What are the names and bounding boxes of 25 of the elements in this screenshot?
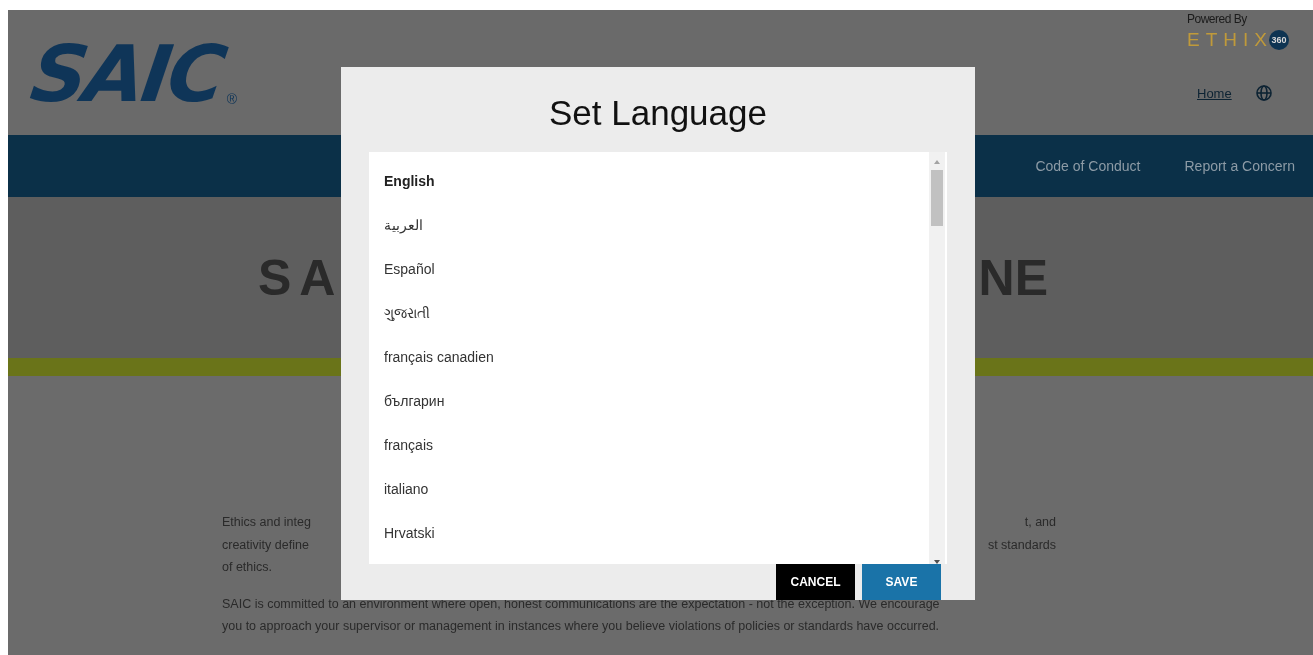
cancel-button[interactable]: CANCEL bbox=[776, 564, 855, 600]
language-option[interactable]: ગુજરાતી bbox=[384, 293, 929, 338]
body-text: of ethics. bbox=[222, 559, 273, 576]
language-option[interactable]: العربية bbox=[384, 205, 929, 250]
registered-mark: ® bbox=[226, 91, 238, 107]
powered-by-label: Powered By bbox=[1187, 12, 1247, 26]
language-option[interactable]: Español bbox=[384, 249, 929, 294]
body-text: you to approach your supervisor or management in instances where you believe violations of policies or standards have occurred. bbox=[222, 618, 941, 635]
nav-link[interactable]: Report a Concern bbox=[1184, 158, 1295, 174]
language-option[interactable]: français bbox=[384, 425, 929, 470]
language-option[interactable]: français canadien bbox=[384, 337, 929, 382]
language-option[interactable]: italiano bbox=[384, 469, 929, 514]
body-text: creativity define bbox=[222, 536, 309, 554]
scrollbar[interactable] bbox=[929, 151, 945, 564]
save-button[interactable]: SAVE bbox=[862, 564, 941, 600]
language-option[interactable]: българин bbox=[384, 381, 929, 426]
globe-icon[interactable] bbox=[1255, 85, 1272, 101]
body-text: Ethics and integ bbox=[222, 514, 311, 531]
language-option[interactable]: English bbox=[384, 161, 929, 206]
dialog-title: Set Language bbox=[548, 92, 768, 134]
nav-link[interactable]: Code of Conduct bbox=[1035, 158, 1141, 174]
language-option[interactable]: Hrvatski bbox=[384, 513, 929, 558]
body-text: t, and bbox=[1024, 514, 1056, 531]
ethix-badge: 360 bbox=[1268, 30, 1289, 50]
body-text: st standards bbox=[987, 536, 1056, 554]
